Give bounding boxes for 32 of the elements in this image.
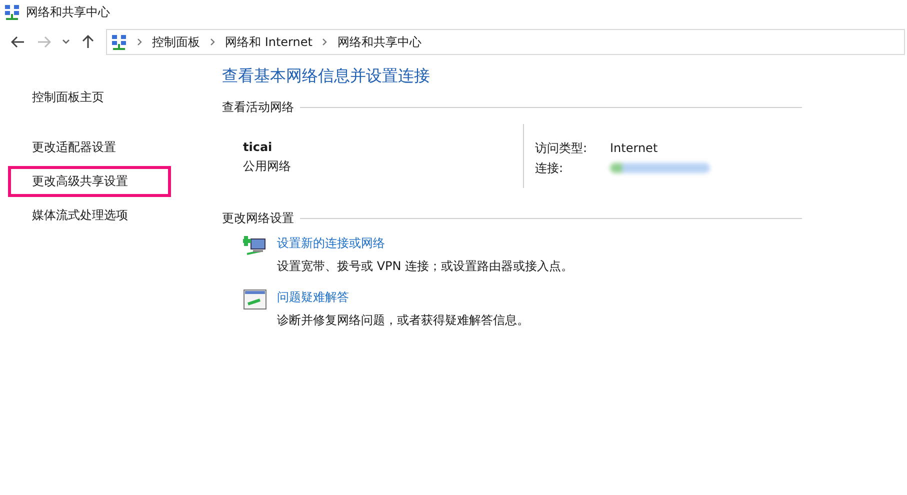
task-link[interactable]: 设置新的连接或网络 xyxy=(277,235,574,252)
window-title: 网络和共享中心 xyxy=(26,4,110,20)
network-name: ticai xyxy=(243,140,274,154)
detail-label: 访问类型: xyxy=(535,140,588,156)
right-arrow-icon xyxy=(37,36,51,48)
task-description: 诊断并修复网络问题，或者获得疑难解答信息。 xyxy=(277,312,529,329)
detail-value: Internet xyxy=(610,141,658,155)
breadcrumb-item[interactable]: 网络和共享中心 xyxy=(337,34,422,50)
left-arrow-icon xyxy=(11,36,25,48)
sidebar-link[interactable]: 更改高级共享设置 xyxy=(8,166,171,197)
chevron-icon xyxy=(137,38,142,46)
chevron-icon xyxy=(210,38,215,46)
up-arrow-icon xyxy=(82,35,94,49)
chevron-icon xyxy=(322,38,328,46)
network-category: 公用网络 xyxy=(243,158,292,175)
section-title: 更改网络设置 xyxy=(222,210,294,227)
detail-label: 连接: xyxy=(535,160,564,176)
sidebar-link[interactable]: 媒体流式处理选项 xyxy=(8,200,151,231)
caret-icon xyxy=(62,39,70,45)
network-icon xyxy=(111,34,127,50)
task-link[interactable]: 问题疑难解答 xyxy=(277,289,529,306)
address-bar[interactable]: 控制面板 网络和 Internet 网络和共享中心 xyxy=(106,29,905,55)
breadcrumb-item[interactable]: 网络和 Internet xyxy=(225,34,312,50)
sidebar-link[interactable]: 控制面板主页 xyxy=(8,82,127,113)
troubleshoot-icon xyxy=(243,289,267,311)
sidebar-link[interactable]: 更改适配器设置 xyxy=(8,132,139,163)
breadcrumb-item[interactable]: 控制面板 xyxy=(152,34,200,50)
section-title: 查看活动网络 xyxy=(222,99,294,116)
network-add-icon xyxy=(243,235,267,257)
page-heading: 查看基本网络信息并设置连接 xyxy=(222,66,431,87)
network-icon xyxy=(4,4,20,20)
task-description: 设置宽带、拨号或 VPN 连接；或设置路由器或接入点。 xyxy=(277,258,574,275)
